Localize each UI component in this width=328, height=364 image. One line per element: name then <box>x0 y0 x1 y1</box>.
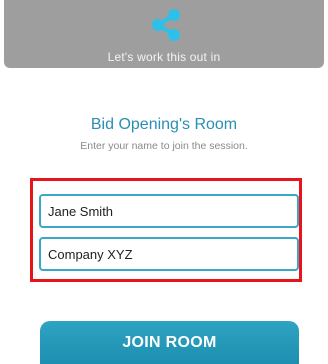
join-room-button[interactable]: JOIN ROOM <box>40 321 299 364</box>
join-room-page: Let's work this out in Bid Opening's Roo… <box>0 0 328 364</box>
page-title: Bid Opening's Room <box>90 116 238 133</box>
page-subtitle: Enter your name to join the session. <box>80 140 248 152</box>
company-input[interactable] <box>39 237 299 271</box>
header-banner: Let's work this out in <box>4 0 324 68</box>
banner-tagline: Let's work this out in <box>107 50 221 64</box>
share-icon <box>152 9 180 41</box>
name-input[interactable] <box>39 194 299 228</box>
